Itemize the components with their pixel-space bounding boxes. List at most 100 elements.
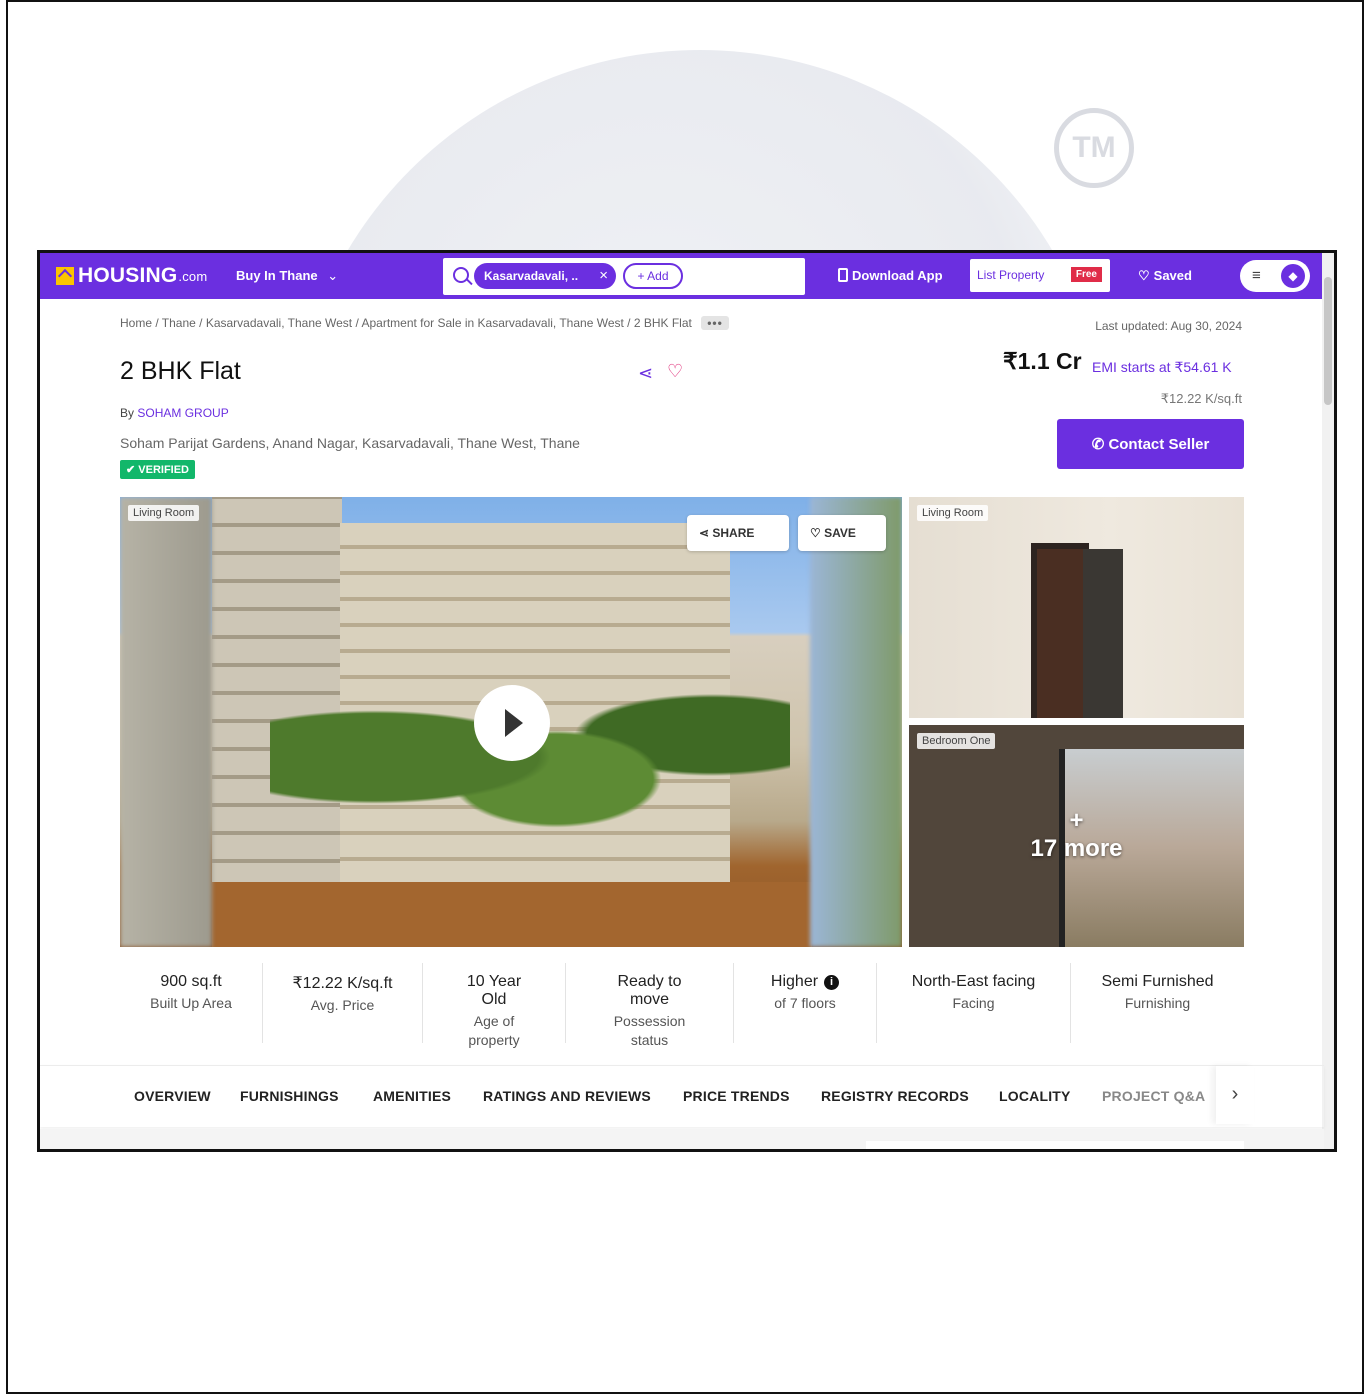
price-per-sqft: ₹12.22 K/sq.ft	[1160, 391, 1242, 406]
page-scrollbar[interactable]	[1322, 253, 1334, 1149]
close-icon[interactable]: ×	[599, 267, 608, 284]
hearts-icon: ♡	[1138, 268, 1150, 283]
scrollbar-thumb[interactable]	[1324, 277, 1332, 405]
fact-value: Higher i	[734, 973, 876, 991]
door-opening	[1083, 549, 1123, 718]
avatar-icon: ◆	[1281, 264, 1305, 288]
page-title: 2 BHK Flat	[120, 357, 241, 385]
search-icon	[453, 267, 469, 283]
phone-icon	[838, 268, 848, 282]
share-label: SHARE	[712, 526, 755, 540]
trees	[270, 647, 790, 867]
developer-link[interactable]: SOHAM GROUP	[137, 406, 228, 420]
more-photos-overlay[interactable]: + 17 more	[909, 807, 1244, 863]
breadcrumb-trail[interactable]: Home / Thane / Kasarvadavali, Thane West…	[120, 316, 692, 330]
tab-ratings-and-reviews[interactable]: RATINGS AND REVIEWS	[483, 1088, 651, 1104]
side-gallery-image-2[interactable]: Bedroom One + 17 more	[909, 725, 1244, 947]
fact-value: ₹12.22 K/sq.ft	[292, 975, 393, 992]
info-icon[interactable]: i	[824, 975, 840, 990]
section-tabs: OVERVIEW FURNISHINGS AMENITIES RATINGS A…	[40, 1065, 1324, 1127]
tab-registry-records[interactable]: REGISTRY RECORDS	[821, 1088, 969, 1104]
free-badge: Free	[1070, 267, 1102, 282]
download-app-link[interactable]: Download App	[838, 268, 943, 283]
more-photos-label: 17 more	[1030, 835, 1123, 862]
fact-value: 900 sq.ft	[160, 973, 222, 990]
heart-icon[interactable]: ♡	[667, 361, 683, 382]
breadcrumb[interactable]: Home / Thane / Kasarvadavali, Thane West…	[120, 316, 729, 330]
fact-avg-price: ₹12.22 K/sq.ft Avg. Price	[263, 963, 423, 1043]
fact-possession: Ready to move Possession status	[566, 963, 734, 1048]
price: ₹1.1 Cr	[1003, 348, 1082, 374]
fact-value: North-East facing	[911, 973, 1036, 990]
tab-overview[interactable]: OVERVIEW	[134, 1088, 211, 1104]
fact-value: Semi Furnished	[1101, 973, 1214, 990]
city-dropdown-label: Buy In Thane	[236, 268, 318, 283]
fact-floor: Higher i of 7 floors	[734, 963, 877, 1043]
fact-age: 10 Year Old Age of property	[423, 963, 566, 1048]
share-button[interactable]: ⋖ SHARE	[687, 515, 789, 551]
fact-value: Ready to move	[617, 973, 682, 1008]
property-address: Soham Parijat Gardens, Anand Nagar, Kasa…	[120, 435, 580, 451]
play-video-button[interactable]	[474, 685, 550, 761]
emi-link[interactable]: EMI starts at ₹54.61 K	[1092, 359, 1232, 376]
logo-text: HOUSING	[78, 264, 178, 287]
last-updated: Last updated: Aug 30, 2024	[1095, 319, 1242, 333]
breadcrumb-more-button[interactable]: •••	[701, 316, 729, 330]
side-gallery-image-1[interactable]: Living Room	[909, 497, 1244, 718]
more-plus: +	[1069, 807, 1084, 834]
fact-label: Furnishing	[1124, 995, 1191, 1011]
location-chip[interactable]: Kasarvadavali, .. ×	[474, 263, 616, 289]
tab-furnishings[interactable]: FURNISHINGS	[240, 1088, 339, 1104]
chevron-down-icon: ⌄	[327, 268, 339, 283]
saved-label: Saved	[1153, 268, 1192, 283]
content-card-edge	[866, 1141, 1244, 1149]
save-button[interactable]: ♡ SAVE	[798, 515, 886, 551]
fact-furnishing: Semi Furnished Furnishing	[1071, 963, 1244, 1043]
top-navbar: HOUSING .com Buy In Thane ⌄ Kasarvadaval…	[40, 253, 1334, 299]
tab-locality[interactable]: LOCALITY	[999, 1088, 1071, 1104]
door	[1037, 549, 1083, 718]
phone-call-icon: ✆	[1091, 436, 1109, 453]
user-menu[interactable]: ≡ ◆	[1240, 260, 1310, 292]
chevron-right-icon[interactable]: ›	[1216, 1066, 1254, 1124]
browser-screenshot: HOUSING .com Buy In Thane ⌄ Kasarvadaval…	[37, 250, 1337, 1152]
by-prefix: By	[120, 406, 135, 420]
fact-value: 10 Year Old	[466, 973, 522, 1008]
city-dropdown[interactable]: Buy In Thane ⌄	[236, 268, 338, 284]
blurred-edge-left	[120, 497, 212, 947]
fact-label: Possession status	[613, 1013, 686, 1048]
image-tag: Living Room	[128, 505, 200, 521]
list-property-button[interactable]: List Property Free	[970, 259, 1110, 292]
contact-seller-button[interactable]: ✆ Contact Seller	[1057, 419, 1244, 469]
developer-line: By SOHAM GROUP	[120, 406, 229, 420]
download-app-label: Download App	[852, 268, 943, 283]
logo-suffix: .com	[178, 268, 208, 284]
blurred-edge-right	[810, 497, 902, 947]
image-tag: Living Room	[917, 505, 989, 521]
tab-amenities[interactable]: AMENITIES	[373, 1088, 451, 1104]
house-logo-icon	[56, 267, 74, 285]
tab-price-trends[interactable]: PRICE TRENDS	[683, 1088, 790, 1104]
fact-label: Built Up Area	[150, 995, 232, 1011]
housing-logo[interactable]: HOUSING .com	[56, 264, 207, 288]
image-tag: Bedroom One	[917, 733, 996, 749]
fact-label: Age of property	[468, 1013, 520, 1048]
save-label: SAVE	[824, 526, 856, 540]
list-property-label: List Property	[977, 268, 1045, 282]
main-gallery-image[interactable]: Living Room ⋖ SHARE ♡ SAVE	[120, 497, 902, 947]
fact-label: Avg. Price	[310, 997, 375, 1013]
add-location-button[interactable]: + Add	[623, 263, 683, 289]
share-icon[interactable]: ⋖	[638, 363, 653, 384]
search-bar[interactable]: Kasarvadavali, .. × + Add	[443, 258, 805, 295]
fact-area: 900 sq.ft Built Up Area	[120, 963, 263, 1043]
saved-link[interactable]: ♡ Saved	[1138, 268, 1192, 284]
fact-facing: North-East facing Facing	[877, 963, 1071, 1043]
hamburger-icon: ≡	[1252, 267, 1261, 284]
trademark-watermark: TM	[1054, 108, 1134, 188]
heart-icon: ♡	[810, 526, 825, 540]
verified-badge: ✔ VERIFIED	[120, 460, 196, 479]
fact-label: of 7 floors	[774, 995, 836, 1011]
contact-seller-label: Contact Seller	[1108, 436, 1210, 453]
property-facts: 900 sq.ft Built Up Area ₹12.22 K/sq.ft A…	[120, 963, 1244, 1048]
tab-project-qa[interactable]: PROJECT Q&A	[1102, 1088, 1205, 1104]
